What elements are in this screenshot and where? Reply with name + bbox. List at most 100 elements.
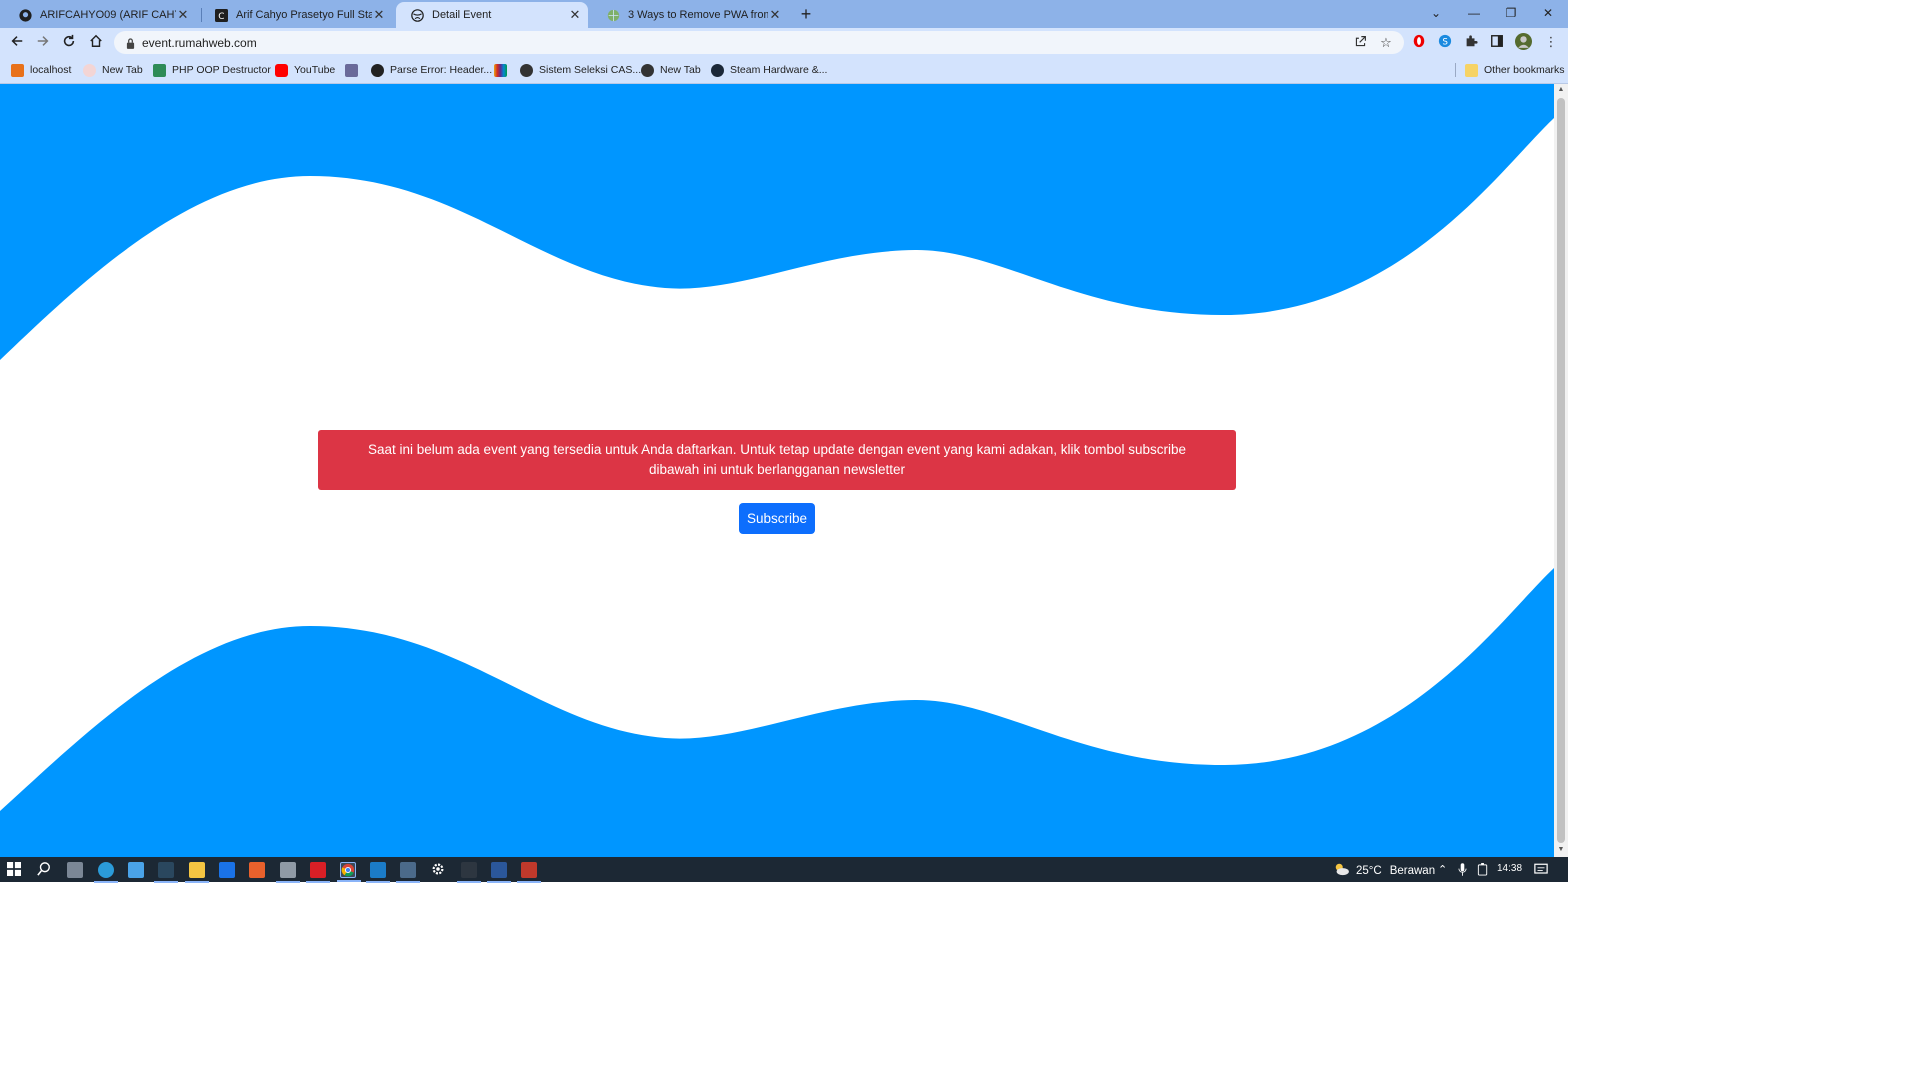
home-icon[interactable] [87,34,105,52]
edge-icon[interactable] [94,862,118,883]
vscode-icon[interactable] [366,862,390,883]
extensions-puzzle-icon[interactable] [1463,34,1479,50]
globe-icon [410,8,424,22]
close-tab-icon[interactable]: ✕ [568,7,582,23]
skype-extension-icon[interactable]: S [1437,34,1453,50]
tab-remove-pwa[interactable]: 3 Ways to Remove PWA from Mi ✕ [592,2,788,28]
folder-icon [1465,63,1478,77]
browser-toolbar: event.rumahweb.com ☆ S ⋮ [0,28,1568,57]
tab-portfolio[interactable]: C Arif Cahyo Prasetyo Full Stack De ✕ [200,2,392,28]
scroll-up-icon[interactable]: ▲ [1557,86,1565,93]
tab-title: ARIFCAHYO09 (ARIF CAHYO PRA [40,9,176,21]
back-icon[interactable] [8,34,26,52]
restore-icon[interactable]: ❐ [1501,4,1521,22]
bookmark-new-tab[interactable]: New Tab [83,62,143,78]
menu-kebab-icon[interactable]: ⋮ [1543,34,1559,50]
tray-chevron-up-icon[interactable]: ⌃ [1438,863,1447,876]
store-icon[interactable] [219,862,235,878]
subscribe-button[interactable]: Subscribe [739,503,815,534]
weather-text: Berawan [1389,864,1436,877]
w3-icon [153,63,166,77]
cloud-sun-icon [1332,862,1350,879]
bookmark-steam[interactable]: Steam Hardware &... [711,62,827,78]
svg-text:S: S [1442,38,1448,48]
windows-start-icon[interactable] [7,862,23,878]
mail-icon[interactable] [128,862,144,878]
word-icon[interactable] [487,862,511,883]
close-window-icon[interactable]: ✕ [1538,4,1558,22]
page-scrollbar[interactable]: ▲ ▼ [1554,84,1568,857]
minimize-icon[interactable]: — [1464,4,1484,22]
steam-icon [711,63,724,77]
bookmark-star-icon[interactable]: ☆ [1378,35,1394,51]
scroll-down-icon[interactable]: ▼ [1557,846,1565,853]
cmd-icon[interactable] [457,862,481,883]
tab-github[interactable]: ARIFCAHYO09 (ARIF CAHYO PRA ✕ [4,2,196,28]
tool-icon[interactable] [517,862,541,883]
github-icon [18,8,32,22]
close-tab-icon[interactable]: ✕ [176,7,190,23]
tab-title: 3 Ways to Remove PWA from Mi [628,9,768,21]
bookmark-php-oop[interactable]: PHP OOP Destructor [153,62,271,78]
other-bookmarks-folder[interactable]: Other bookmarks [1465,62,1565,78]
youtube-icon [275,63,288,77]
bookmark-nbc[interactable] [494,62,513,78]
microphone-icon[interactable] [1458,863,1467,879]
filezilla-icon[interactable] [306,862,330,883]
tab-title: Detail Event [432,9,492,21]
bookmarks-bar: localhost New Tab PHP OOP Destructor You… [0,57,1568,84]
address-bar[interactable]: event.rumahweb.com ☆ [114,31,1404,54]
terminal-icon[interactable] [396,862,420,883]
new-tab-icon [83,63,96,77]
close-tab-icon[interactable]: ✕ [372,7,386,23]
bookmark-sistem-seleksi[interactable]: Sistem Seleksi CAS... [520,62,641,78]
bookmark-label: Parse Error: Header... [390,64,493,76]
bookmark-label: YouTube [294,64,336,76]
top-wave [0,84,1554,360]
side-panel-icon[interactable] [1489,34,1505,50]
globe-icon [606,8,620,22]
scroll-thumb[interactable] [1557,98,1565,843]
weather-temp: 25°C [1356,864,1382,877]
forward-icon[interactable] [34,34,52,52]
globe-icon [641,63,654,77]
file-explorer-icon[interactable] [185,862,209,883]
share-icon[interactable] [1352,35,1368,51]
xampp-icon [11,63,24,77]
tab-detail-event[interactable]: Detail Event ✕ [396,2,588,28]
steam-icon[interactable] [154,862,178,883]
bookmark-new-tab-2[interactable]: New Tab [641,62,701,78]
clock[interactable]: 14:38 [1497,863,1522,874]
opera-extension-icon[interactable] [1411,34,1427,50]
battery-icon[interactable] [1477,863,1489,879]
bookmark-parse-error[interactable]: Parse Error: Header... [371,62,492,78]
search-icon[interactable] [37,862,53,878]
settings-gear-icon[interactable] [431,862,447,878]
bookmark-label: Steam Hardware &... [730,64,828,76]
app-icon[interactable] [276,862,300,883]
profile-avatar-icon[interactable] [1515,33,1532,50]
url-text: event.rumahweb.com [142,36,257,50]
notification-icon[interactable] [1534,863,1548,879]
bookmark-php-docs[interactable] [345,62,364,78]
new-tab-button[interactable]: + [798,5,814,23]
bookmark-localhost[interactable]: localhost [11,62,71,78]
reload-icon[interactable] [60,34,78,52]
bookmark-label: localhost [30,64,72,76]
weather-widget[interactable]: 25°C Berawan [1332,862,1435,879]
tab-title: Arif Cahyo Prasetyo Full Stack De [236,9,372,21]
task-view-icon[interactable] [67,862,83,878]
bookmark-label: New Tab [102,64,143,76]
php-icon [345,63,358,77]
bookmark-youtube[interactable]: YouTube [275,62,335,78]
no-event-alert: Saat ini belum ada event yang tersedia u… [318,430,1236,490]
lock-icon[interactable] [126,36,135,54]
chrome-icon[interactable] [337,862,361,882]
bookmark-label: Other bookmarks [1484,64,1565,76]
bookmarks-divider [1455,63,1456,77]
office-icon[interactable] [249,862,265,878]
globe-icon [520,63,533,77]
github-icon [371,63,384,77]
tab-search-icon[interactable]: ⌄ [1426,4,1446,22]
close-tab-icon[interactable]: ✕ [768,7,782,23]
